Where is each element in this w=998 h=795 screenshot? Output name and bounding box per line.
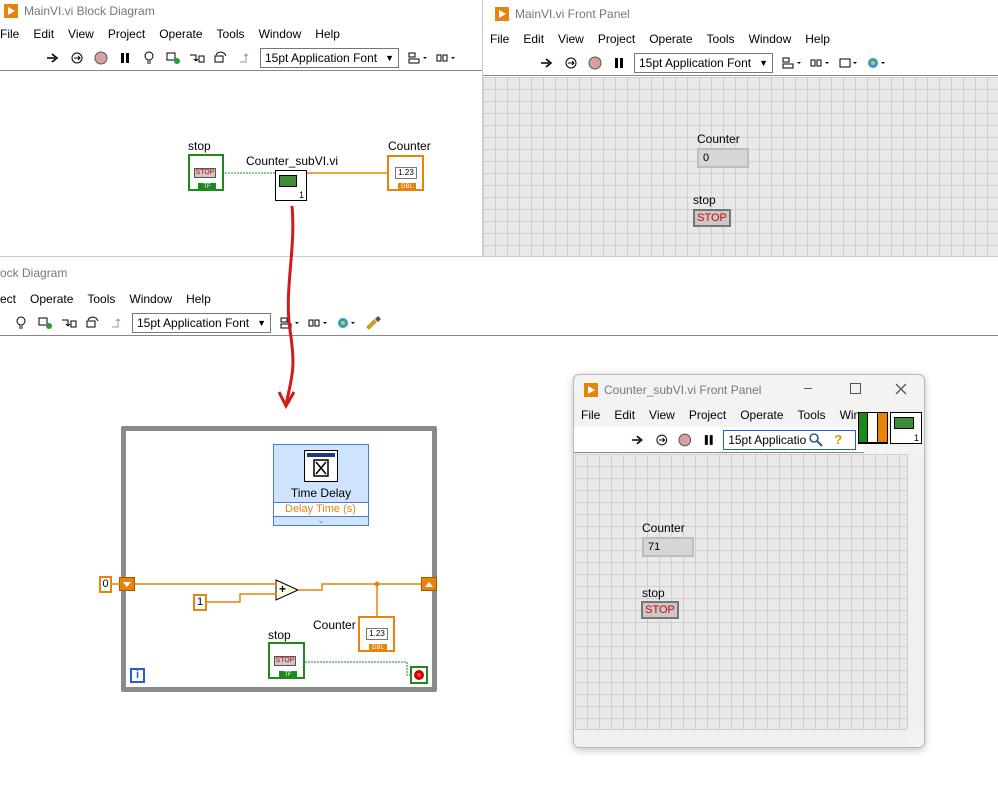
main-fp-toolbar: 15pt Application Font ▼	[483, 50, 998, 76]
font-selector-value: 15pt Application Font	[639, 55, 752, 70]
sub-fp-canvas	[575, 454, 907, 729]
resize-objects-icon[interactable]	[837, 55, 859, 71]
vi-icon[interactable]: 1	[890, 412, 922, 444]
main-block-diagram-window: MainVI.vi Block Diagram File Edit View P…	[0, 0, 482, 256]
menu-file[interactable]: File	[490, 32, 509, 46]
pause-icon[interactable]	[700, 432, 718, 448]
menu-tools[interactable]: Tools	[798, 408, 826, 422]
main-fp-stop-label: stop	[693, 193, 716, 207]
align-objects-icon[interactable]	[781, 55, 803, 71]
main-fp-stop-button[interactable]: STOP	[693, 209, 731, 227]
run-icon[interactable]	[629, 432, 647, 448]
sub-fp-titlebar: Counter_subVI.vi Front Panel	[584, 379, 761, 401]
menu-operate[interactable]: Operate	[740, 408, 783, 422]
connector-pane[interactable]	[858, 412, 888, 444]
horizontal-scrollbar[interactable]	[575, 729, 907, 746]
run-continuously-icon[interactable]	[562, 55, 580, 71]
main-fp-counter-label: Counter	[697, 132, 740, 146]
close-icon[interactable]	[895, 383, 907, 395]
sub-fp-stop-button[interactable]: STOP	[641, 601, 679, 619]
main-bd-wires	[225, 172, 388, 174]
connector-cell	[877, 413, 887, 443]
pause-icon[interactable]	[610, 55, 628, 71]
vi-icon-glyph	[894, 417, 914, 429]
main-front-panel-window: MainVI.vi Front Panel File Edit View Pro…	[482, 0, 998, 256]
menu-operate[interactable]: Operate	[649, 32, 692, 46]
search-icon[interactable]	[808, 432, 824, 448]
run-icon[interactable]	[538, 55, 556, 71]
font-selector-value: 15pt Applicatio	[728, 432, 807, 447]
help-icon[interactable]: ?	[834, 432, 842, 447]
vertical-scrollbar[interactable]	[907, 454, 924, 729]
sub-fp-counter-indicator: 71	[642, 537, 694, 557]
abort-icon[interactable]	[676, 432, 694, 448]
menu-project[interactable]: Project	[689, 408, 726, 422]
subvi-front-panel-window: Counter_subVI.vi Front Panel – File Edit…	[573, 374, 925, 748]
main-fp-title: MainVI.vi Front Panel	[515, 7, 630, 21]
main-fp-counter-indicator: 0	[697, 148, 749, 168]
connector-cell	[859, 413, 869, 443]
abort-icon[interactable]	[586, 55, 604, 71]
sub-fp-menubar: File Edit View Project Operate Tools Win	[581, 405, 874, 425]
sub-fp-title: Counter_subVI.vi Front Panel	[604, 383, 762, 397]
menu-edit[interactable]: Edit	[523, 32, 544, 46]
minimize-button[interactable]: –	[804, 379, 820, 395]
run-continuously-icon[interactable]	[653, 432, 671, 448]
menu-file[interactable]: File	[581, 408, 600, 422]
connector-cell	[868, 413, 878, 443]
menu-window[interactable]: Window	[749, 32, 792, 46]
vi-icon-num: 1	[913, 433, 919, 443]
main-fp-titlebar: MainVI.vi Front Panel	[495, 3, 630, 25]
sub-fp-toolbar: 15pt Applicatio ?	[574, 427, 864, 453]
sub-fp-counter-label: Counter	[642, 521, 685, 535]
menu-tools[interactable]: Tools	[707, 32, 735, 46]
reorder-icon[interactable]	[865, 55, 887, 71]
maximize-button[interactable]	[850, 383, 861, 394]
font-selector[interactable]: 15pt Application Font ▼	[634, 52, 773, 73]
menu-help[interactable]: Help	[805, 32, 830, 46]
main-fp-menubar: File Edit View Project Operate Tools Win…	[490, 29, 844, 49]
chevron-down-icon: ▼	[759, 57, 768, 68]
menu-view[interactable]: View	[649, 408, 675, 422]
menu-view[interactable]: View	[558, 32, 584, 46]
font-selector[interactable]: 15pt Applicatio ?	[723, 429, 856, 450]
labview-icon	[495, 7, 509, 21]
sub-fp-stop-label: stop	[642, 586, 665, 600]
menu-edit[interactable]: Edit	[614, 408, 635, 422]
menu-project[interactable]: Project	[598, 32, 635, 46]
distribute-objects-icon[interactable]	[809, 55, 831, 71]
labview-icon	[584, 383, 598, 397]
